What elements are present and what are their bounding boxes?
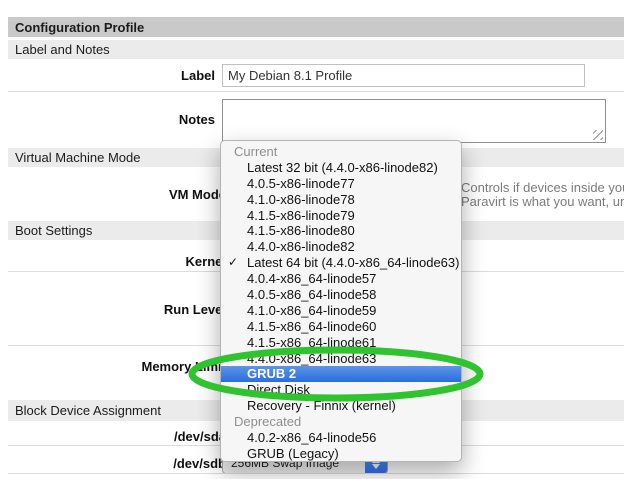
section-boot-settings-text: Boot Settings [15, 223, 92, 238]
kernel-menu-group-label: Deprecated [221, 414, 461, 430]
kernel-menu-option-text: 4.0.2-x86_64-linode56 [247, 430, 376, 445]
kernel-menu-option[interactable]: 4.0.4-x86_64-linode57 [221, 271, 461, 287]
kernel-menu-option[interactable]: 4.1.0-x86-linode78 [221, 192, 461, 208]
run-level-label: Run Level [0, 303, 226, 316]
configuration-profile-page: Configuration Profile Label and Notes La… [0, 0, 624, 479]
notes-field-label: Notes [0, 113, 215, 126]
checkmark-icon: ✓ [228, 255, 238, 271]
section-vm-mode-text: Virtual Machine Mode [15, 150, 141, 165]
kernel-dropdown-menu: CurrentLatest 32 bit (4.4.0-x86-linode82… [220, 140, 462, 462]
kernel-menu-option[interactable]: 4.1.0-x86_64-linode59 [221, 303, 461, 319]
kernel-menu-option-text: 4.1.0-x86-linode78 [247, 192, 355, 207]
kernel-menu-option[interactable]: 4.1.5-x86-linode79 [221, 208, 461, 224]
kernel-menu-option-text: 4.1.5-x86-linode80 [247, 223, 355, 238]
kernel-label: Kernel [0, 255, 226, 268]
kernel-menu-option[interactable]: 4.4.0-x86_64-linode63 [221, 351, 461, 367]
divider [8, 91, 624, 92]
section-label-and-notes-text: Label and Notes [15, 42, 110, 57]
vm-mode-help-line2: Paravirt is what you want, unle [461, 195, 624, 209]
vm-mode-help-text: Controls if devices inside your Paravirt… [461, 181, 624, 209]
kernel-menu-option[interactable]: 4.4.0-x86-linode82 [221, 239, 461, 255]
kernel-menu-option-text: 4.0.5-x86_64-linode58 [247, 287, 376, 302]
kernel-menu-option[interactable]: 4.0.2-x86_64-linode56 [221, 430, 461, 446]
kernel-menu-group-label: Current [221, 144, 461, 160]
kernel-menu-option-text: 4.1.5-x86-linode79 [247, 208, 355, 223]
kernel-menu-option[interactable]: Direct Disk [221, 382, 461, 398]
kernel-menu-option-text: Latest 32 bit (4.4.0-x86-linode82) [247, 160, 438, 175]
kernel-menu-option-text: 4.0.4-x86_64-linode57 [247, 271, 376, 286]
kernel-menu-option-text: Latest 64 bit (4.4.0-x86_64-linode63) [247, 255, 459, 270]
kernel-menu-option[interactable]: ✓ Latest 64 bit (4.4.0-x86_64-linode63) [221, 255, 461, 271]
kernel-menu-option[interactable]: GRUB (Legacy) [221, 446, 461, 462]
label-input[interactable] [222, 64, 585, 87]
kernel-menu-option-text: 4.1.5-x86_64-linode61 [247, 335, 376, 350]
kernel-menu-option-text: GRUB (Legacy) [247, 446, 339, 461]
page-title-text: Configuration Profile [15, 20, 144, 35]
kernel-menu-option-text: 4.4.0-x86-linode82 [247, 239, 355, 254]
vm-mode-help-line1: Controls if devices inside your [461, 181, 624, 195]
kernel-menu-option[interactable]: 4.0.5-x86_64-linode58 [221, 287, 461, 303]
kernel-menu-option-text: GRUB 2 [247, 366, 296, 381]
kernel-menu-option-text: 4.1.5-x86_64-linode60 [247, 319, 376, 334]
kernel-menu-option[interactable]: 4.1.5-x86-linode80 [221, 223, 461, 239]
kernel-menu-option-text: Direct Disk [247, 382, 310, 397]
divider [8, 473, 624, 474]
resize-handle-icon[interactable] [593, 130, 603, 140]
kernel-menu-option-text: 4.4.0-x86_64-linode63 [247, 351, 376, 366]
section-block-device-text: Block Device Assignment [15, 403, 161, 418]
kernel-menu-option-text: 4.1.0-x86_64-linode59 [247, 303, 376, 318]
kernel-menu-option[interactable]: 4.1.5-x86_64-linode61 [221, 335, 461, 351]
label-field-label: Label [0, 69, 215, 82]
kernel-menu-option[interactable]: Latest 32 bit (4.4.0-x86-linode82) [221, 160, 461, 176]
memory-limit-label: Memory Limit [0, 360, 226, 373]
kernel-menu-option[interactable]: 4.0.5-x86-linode77 [221, 176, 461, 192]
page-title: Configuration Profile [8, 17, 624, 37]
vm-mode-label: VM Mode [0, 188, 226, 201]
kernel-menu-option-text: Deprecated [234, 414, 301, 429]
kernel-menu-option[interactable]: Recovery - Finnix (kernel) [221, 398, 461, 414]
kernel-menu-option[interactable]: GRUB 2 [221, 366, 461, 382]
kernel-menu-option[interactable]: 4.1.5-x86_64-linode60 [221, 319, 461, 335]
kernel-menu-option-text: 4.0.5-x86-linode77 [247, 176, 355, 191]
kernel-menu-option-text: Current [234, 144, 277, 159]
notes-textarea[interactable] [222, 99, 606, 143]
section-label-and-notes: Label and Notes [8, 40, 624, 59]
dev-sda-label: /dev/sda [0, 430, 226, 443]
dev-sdb-label: /dev/sdb [0, 457, 226, 470]
kernel-menu-option-text: Recovery - Finnix (kernel) [247, 398, 396, 413]
